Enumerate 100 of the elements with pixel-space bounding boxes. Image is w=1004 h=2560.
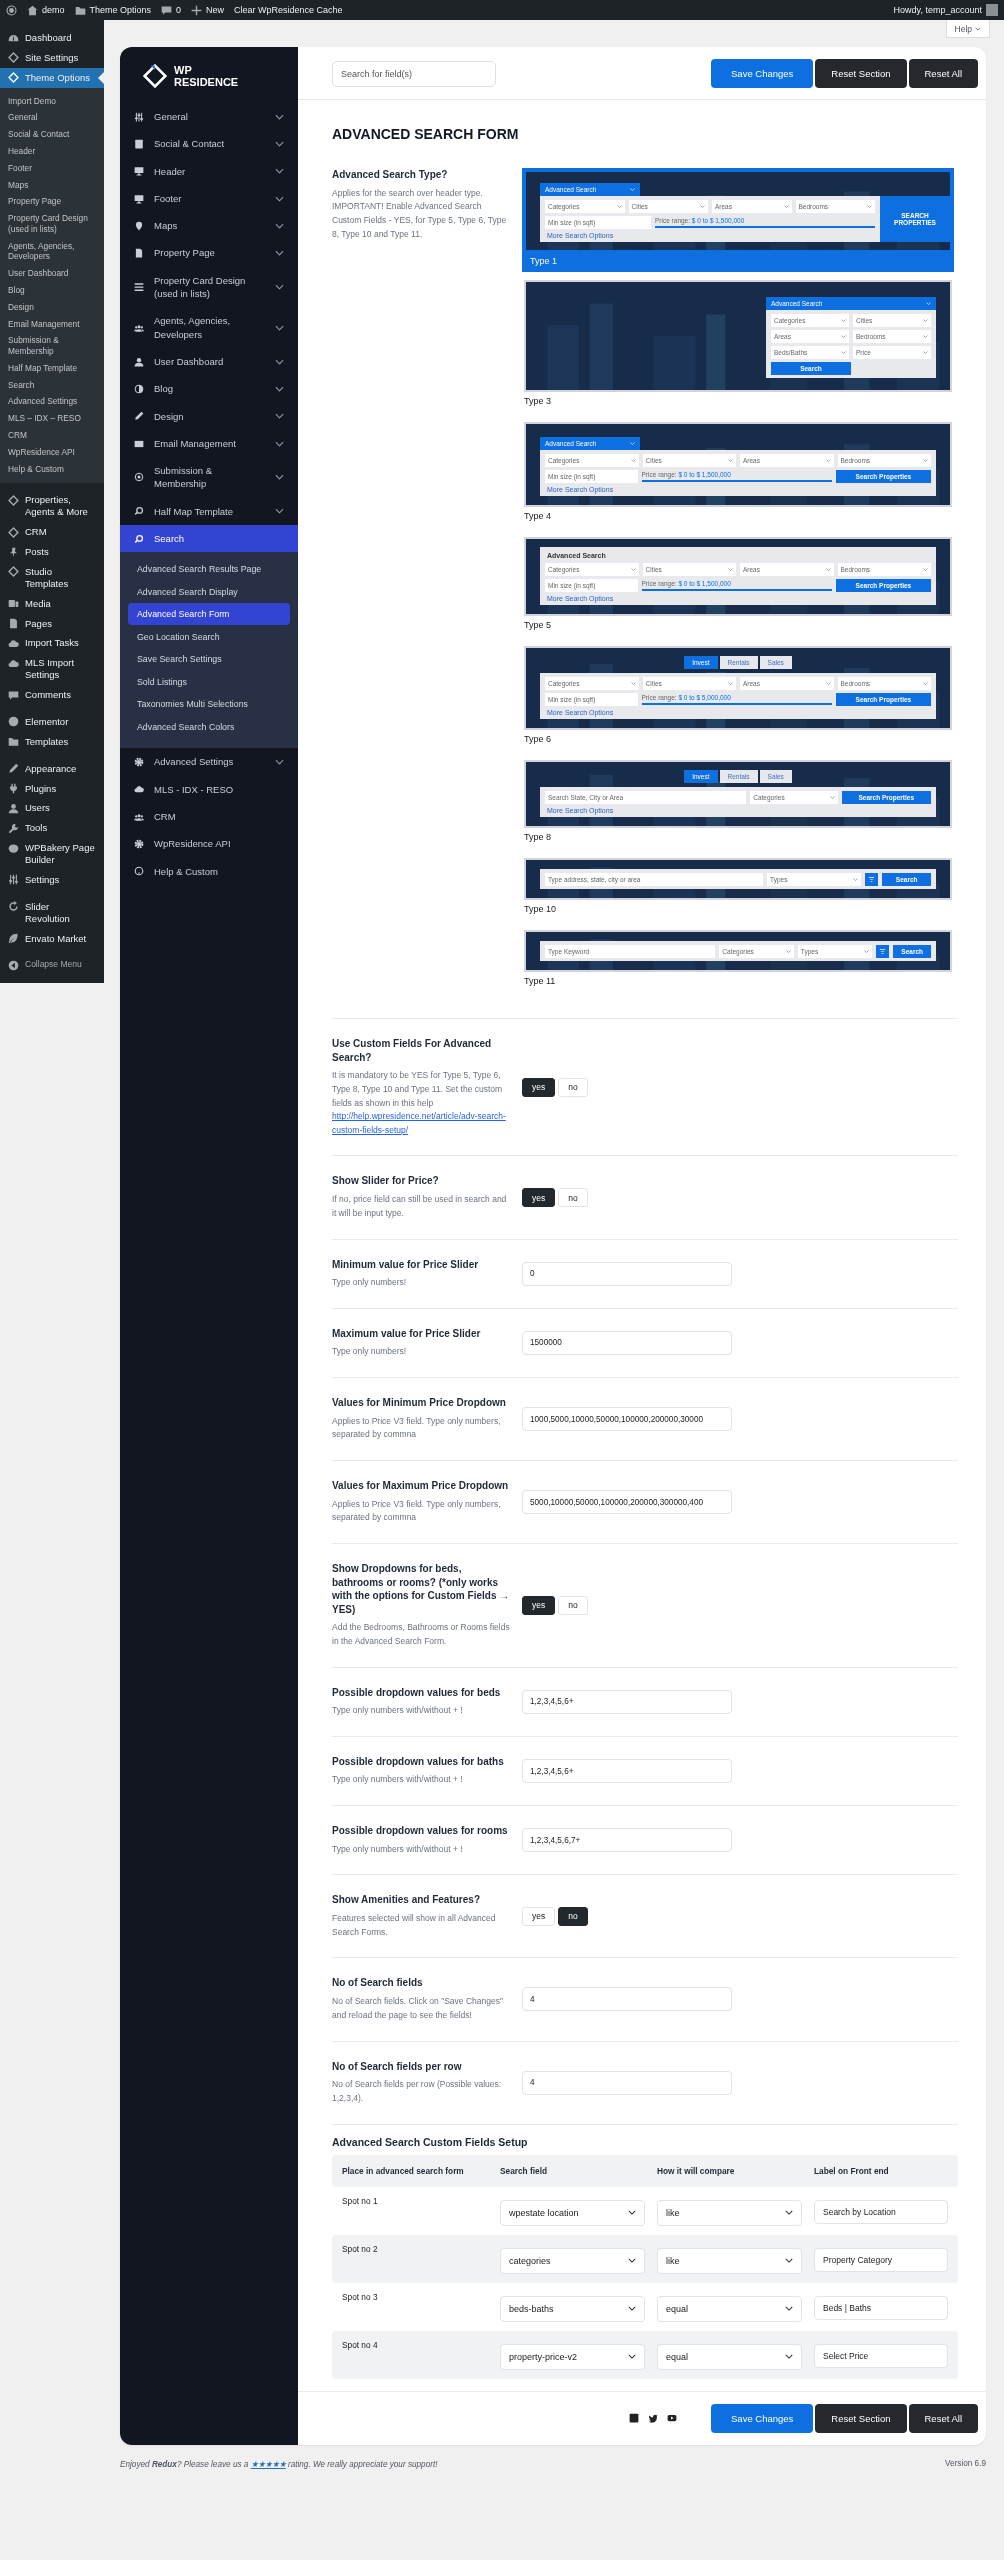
toggle-option[interactable]: yes	[522, 1906, 556, 1926]
sidebar-item[interactable]: Help & Custom	[120, 857, 298, 885]
menu-item[interactable]: Comments	[0, 685, 104, 705]
menu-item[interactable]: Dashboard	[0, 28, 104, 48]
sidebar-item[interactable]: Social & Contact	[120, 130, 298, 158]
search-field[interactable]: Search for field(s)	[332, 60, 496, 87]
sidebar-item[interactable]: General	[120, 103, 298, 131]
text-input[interactable]: Beds | Baths	[814, 2295, 948, 2320]
sidebar-item[interactable]: Property Card Design (used in lists)	[120, 266, 298, 308]
submenu-item[interactable]: Sold Listings	[128, 670, 290, 693]
video-play-icon[interactable]	[667, 2413, 677, 2424]
submenu-item[interactable]: Submission & Membership	[0, 332, 104, 360]
submenu-item[interactable]: Social & Contact	[0, 126, 104, 143]
submenu-item[interactable]: Advanced Search Colors	[128, 715, 290, 738]
text-input[interactable]: 1,2,3,4,5,6,7+	[522, 1828, 732, 1853]
text-input[interactable]: Property Category	[814, 2247, 948, 2272]
submenu-item[interactable]: MLS – IDX – RESO	[0, 410, 104, 428]
sidebar-item[interactable]: MLS - IDX - RESO	[120, 775, 298, 803]
toggle-option[interactable]: yes	[522, 1595, 556, 1615]
action-button[interactable]: Save Changes	[711, 2403, 814, 2433]
rating-link[interactable]: ★★★★★	[250, 2459, 286, 2469]
comments-link[interactable]: 0	[161, 4, 182, 16]
text-input[interactable]: 1000,5000,10000,50000,100000,200000,30000	[522, 1407, 732, 1432]
submenu-item[interactable]: Save Search Settings	[128, 648, 290, 671]
toggle-option[interactable]: yes	[522, 1077, 556, 1097]
dropdown[interactable]: categories	[500, 2247, 645, 2274]
submenu-item[interactable]: Header	[0, 142, 104, 160]
action-button[interactable]: Reset Section	[815, 2403, 907, 2433]
text-input[interactable]: Search by Location	[814, 2199, 948, 2224]
submenu-item[interactable]: WpResidence API	[0, 443, 104, 461]
submenu-item[interactable]: Advanced Search Results Page	[128, 558, 290, 581]
submenu-item[interactable]: Advanced Settings	[0, 393, 104, 411]
submenu-item[interactable]: Maps	[0, 176, 104, 194]
sidebar-item[interactable]: User Dashboard	[120, 347, 298, 376]
sidebar-item[interactable]: WpResidence API	[120, 830, 298, 858]
action-button[interactable]: Reset All	[908, 2403, 978, 2433]
text-input[interactable]: 5000,10000,50000,100000,200000,300000,400	[522, 1490, 732, 1515]
sidebar-item[interactable]: Maps	[120, 212, 298, 240]
menu-item[interactable]: Slider Revolution	[0, 896, 104, 929]
submenu-item[interactable]: Property Card Design (used in lists)	[0, 210, 104, 238]
sidebar-item[interactable]: Half Map Template	[120, 497, 298, 526]
menu-item[interactable]: Settings	[0, 869, 104, 890]
sidebar-item[interactable]: Design	[120, 402, 298, 430]
menu-item[interactable]: Posts	[0, 542, 104, 562]
text-input[interactable]: Select Price	[814, 2343, 948, 2368]
dropdown[interactable]: wpestate location	[500, 2199, 645, 2226]
bird-icon[interactable]	[648, 2413, 658, 2424]
sidebar-item[interactable]: Advanced Settings	[120, 748, 298, 776]
dropdown[interactable]: equal	[657, 2343, 802, 2370]
menu-item[interactable]: Plugins	[0, 778, 104, 799]
sidebar-item[interactable]: CRM	[120, 802, 298, 831]
menu-item[interactable]: Theme Options	[0, 67, 104, 88]
toggle-option[interactable]: no	[558, 1188, 588, 1207]
new-content-link[interactable]: New	[191, 4, 225, 16]
menu-item[interactable]: Studio Templates	[0, 561, 104, 594]
text-input[interactable]: 0	[522, 1261, 732, 1286]
submenu-item[interactable]: Footer	[0, 159, 104, 177]
submenu-item[interactable]: Advanced Search Form	[128, 603, 290, 626]
text-input[interactable]: 1,2,3,4,5,6+	[522, 1759, 732, 1784]
dropdown[interactable]: like	[657, 2247, 802, 2274]
submenu-item[interactable]: Taxonomies Multi Selections	[128, 693, 290, 716]
toggle-option[interactable]: yes	[522, 1188, 556, 1207]
submenu-item[interactable]: Advanced Search Display	[128, 580, 290, 603]
sidebar-item[interactable]: Footer	[120, 184, 298, 213]
account-menu[interactable]: Howdy, temp_account	[893, 4, 998, 16]
menu-item[interactable]: Pages	[0, 613, 104, 634]
collapse-menu-button[interactable]: Collapse Menu	[0, 955, 104, 975]
submenu-item[interactable]: Import Demo	[0, 92, 104, 110]
menu-item[interactable]: Templates	[0, 731, 104, 752]
action-button[interactable]: Reset All	[908, 59, 978, 88]
menu-item[interactable]: Tools	[0, 818, 104, 839]
action-button[interactable]: Save Changes	[711, 59, 814, 88]
menu-item[interactable]: Users	[0, 798, 104, 819]
sidebar-item[interactable]: Email Management	[120, 429, 298, 458]
submenu-item[interactable]: General	[0, 109, 104, 127]
sidebar-item[interactable]: Property Page	[120, 239, 298, 267]
toggle-option[interactable]: no	[558, 1595, 588, 1615]
menu-item[interactable]: Properties, Agents & More	[0, 490, 104, 523]
help-tab[interactable]: Help	[945, 20, 990, 38]
submenu-item[interactable]: Half Map Template	[0, 359, 104, 377]
dropdown[interactable]: equal	[657, 2295, 802, 2322]
toggle-option[interactable]: no	[558, 1077, 588, 1097]
menu-item[interactable]: CRM	[0, 522, 104, 542]
text-input[interactable]: 4	[522, 1987, 732, 2012]
help-link[interactable]: http://help.wpresidence.net/article/adv-search-custom-fields-setup/	[332, 1110, 510, 1138]
submenu-item[interactable]: CRM	[0, 427, 104, 444]
menu-item[interactable]: Media	[0, 593, 104, 614]
menu-item[interactable]: Envato Market	[0, 928, 104, 949]
submenu-item[interactable]: Agents, Agencies, Developers	[0, 237, 104, 266]
menu-item[interactable]: Import Tasks	[0, 633, 104, 654]
menu-item[interactable]: Appearance	[0, 758, 104, 779]
action-button[interactable]: Reset Section	[815, 59, 907, 88]
submenu-item[interactable]: Blog	[0, 282, 104, 299]
toolbar-link[interactable]: Clear WpResidence Cache	[234, 5, 343, 15]
sidebar-item[interactable]: Agents, Agencies, Developers	[120, 307, 298, 348]
sidebar-item[interactable]: Search	[120, 525, 298, 553]
toggle-option[interactable]: no	[558, 1906, 588, 1926]
submenu-item[interactable]: Geo Location Search	[128, 625, 290, 648]
submenu-item[interactable]: Email Management	[0, 315, 104, 333]
dropdown[interactable]: beds-baths	[500, 2295, 645, 2322]
